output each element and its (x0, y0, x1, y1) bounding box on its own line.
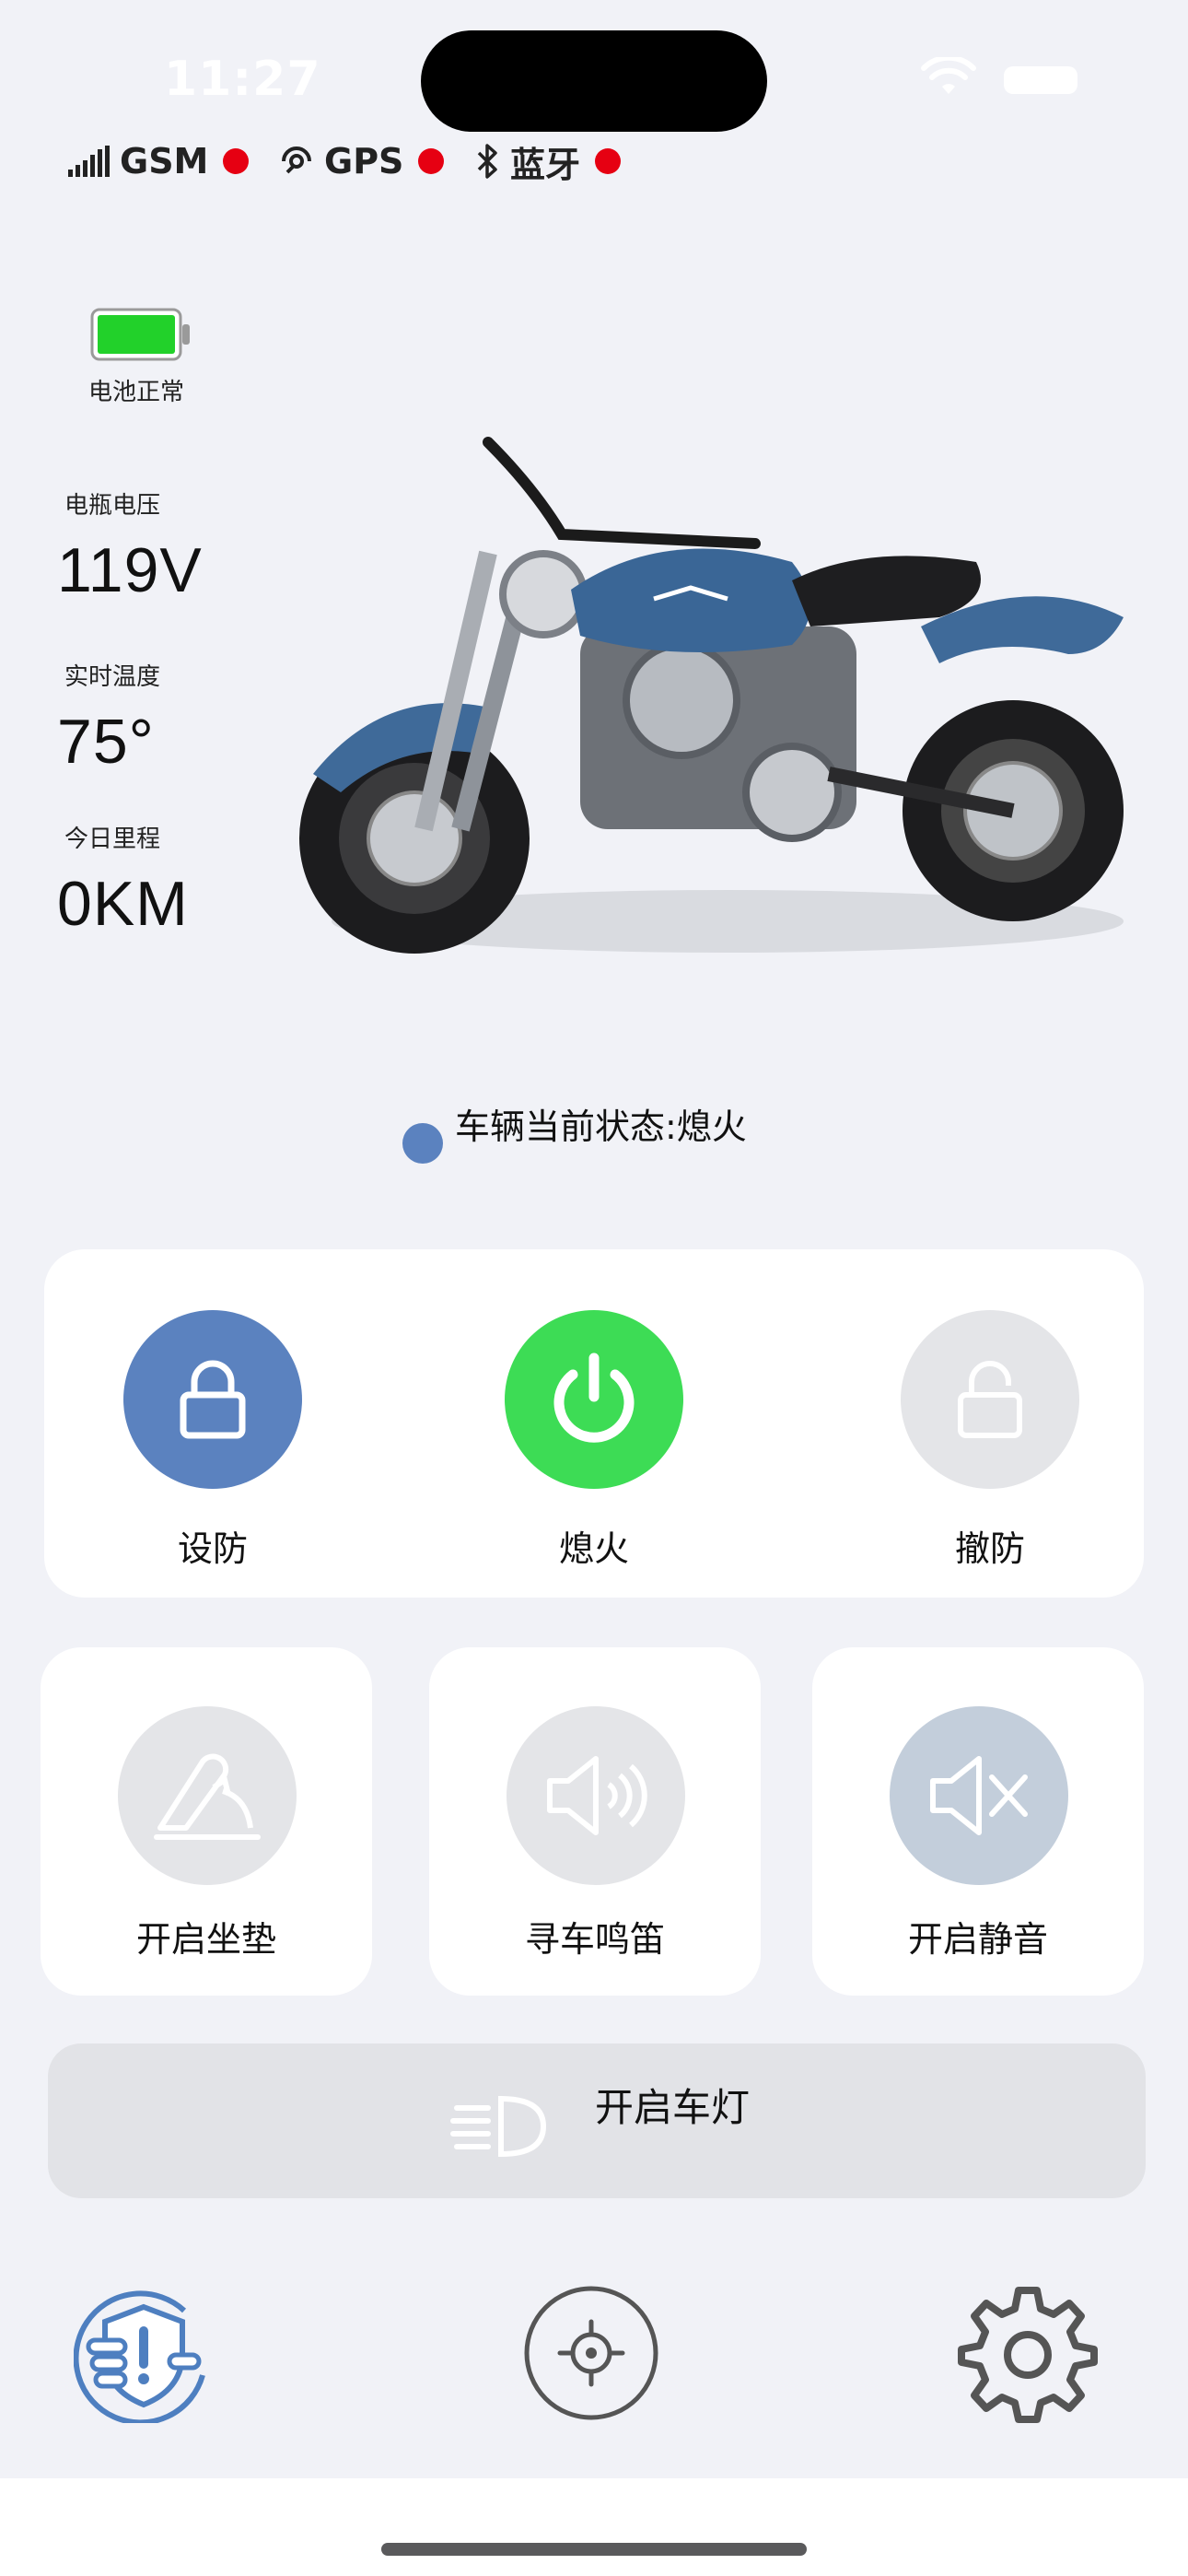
conn-label: 蓝牙 (510, 144, 581, 185)
horn-card[interactable]: 寻车鸣笛 (429, 1647, 761, 1996)
seat-card[interactable]: 开启坐垫 (41, 1647, 372, 1996)
target-icon (524, 2286, 658, 2420)
mute-card[interactable]: 开启静音 (812, 1647, 1144, 1996)
seat-icon (154, 1753, 261, 1840)
mute-button-label: 开启静音 (907, 1919, 1048, 1960)
home-indicator-area (0, 2478, 1188, 2576)
seat-button-label: 开启坐垫 (135, 1919, 276, 1960)
conn-gsm: GSM (68, 136, 250, 186)
disarm-button[interactable]: 撤防 (901, 1310, 1079, 1571)
headlight-label: 开启车灯 (595, 2085, 751, 2130)
mileage-label: 今日里程 (64, 825, 161, 853)
arm-button[interactable]: 设防 (123, 1310, 302, 1571)
mute-button-circle[interactable] (890, 1706, 1068, 1885)
status-dot (223, 148, 250, 174)
bluetooth-icon (477, 144, 497, 179)
engine-off-button[interactable]: 熄火 (505, 1310, 683, 1571)
lock-icon (180, 1360, 246, 1439)
engine-off-button-label: 熄火 (558, 1528, 629, 1569)
tab-settings[interactable] (958, 2283, 1098, 2423)
vehicle-status-text: 车辆当前状态:熄火 (455, 1107, 747, 1147)
arm-button-circle[interactable] (123, 1310, 302, 1489)
mileage-value: 0KM (57, 869, 189, 939)
vehicle-status-indicator (402, 1123, 443, 1164)
motorcycle-image (299, 437, 1124, 954)
seat-button-circle[interactable] (118, 1706, 297, 1885)
horn-button-label: 寻车鸣笛 (524, 1919, 665, 1960)
arm-button-label: 设防 (177, 1528, 248, 1569)
unlock-icon (958, 1361, 1022, 1438)
voltage-value: 119V (57, 535, 203, 605)
battery-status-label: 电池正常 (87, 379, 184, 406)
gps-icon (282, 146, 311, 174)
temperature-value: 75° (57, 707, 155, 777)
status-time: 11:27 (164, 52, 321, 107)
mute-icon (930, 1756, 1028, 1835)
tab-location[interactable] (521, 2283, 661, 2423)
headlight-button[interactable]: 开启车灯 (48, 2043, 1146, 2198)
conn-label: GSM (120, 141, 209, 181)
gear-icon (958, 2287, 1098, 2423)
disarm-button-circle[interactable] (901, 1310, 1079, 1489)
status-dot (418, 148, 445, 174)
conn-label: GPS (324, 141, 404, 181)
status-battery-icon (1004, 66, 1077, 94)
battery-icon (90, 308, 190, 361)
dynamic-island (421, 30, 767, 132)
power-icon (553, 1352, 635, 1443)
temperature-label: 实时温度 (64, 663, 161, 691)
home-indicator (381, 2543, 807, 2556)
signal-bars-icon (68, 146, 110, 177)
voltage-label: 电瓶电压 (64, 492, 161, 520)
tab-security[interactable] (73, 2283, 214, 2426)
speaker-icon (547, 1756, 647, 1835)
shield-hand-icon (73, 2290, 205, 2426)
status-dot (595, 148, 622, 174)
conn-bluetooth: 蓝牙 (475, 136, 622, 186)
engine-off-button-circle[interactable] (505, 1310, 683, 1489)
headlight-icon (450, 2095, 547, 2158)
wifi-icon (921, 57, 976, 94)
conn-gps: GPS (278, 136, 445, 186)
disarm-button-label: 撤防 (954, 1528, 1025, 1569)
horn-button-circle[interactable] (507, 1706, 685, 1885)
